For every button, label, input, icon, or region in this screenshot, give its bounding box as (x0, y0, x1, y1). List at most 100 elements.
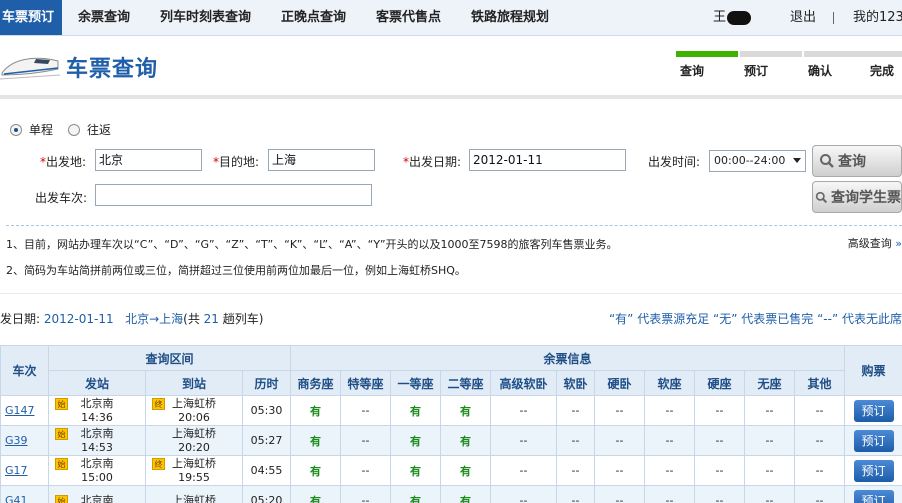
header-deluxe-soft-sleeper: 高级软卧 (490, 370, 558, 396)
origin-badge-icon: 始 (55, 427, 68, 440)
radio-selected-icon[interactable] (10, 123, 22, 136)
radio-unselected-icon[interactable] (68, 123, 80, 136)
train-number-cell: G147 (0, 395, 49, 426)
seat-availability-cell: 有 (290, 485, 342, 503)
seat-availability-cell: 有 (290, 455, 342, 486)
to-station-cell: 终上海虹桥 19:55 (145, 455, 243, 486)
to-station-cell: 终上海虹桥 20:06 (145, 395, 243, 426)
seat-availability-cell: -- (556, 455, 596, 486)
logout-link[interactable]: 退出 (790, 0, 816, 35)
nav-trip-planner[interactable]: 铁路旅程规划 (471, 0, 549, 35)
header-train: 车次 (0, 345, 49, 396)
header-remaining: 余票信息 (290, 345, 846, 371)
query-button[interactable]: 查询 (812, 145, 902, 177)
book-button[interactable]: 预订 (853, 399, 894, 422)
train-number-link[interactable]: G17 (5, 464, 28, 477)
train-number-cell: G17 (0, 455, 49, 486)
book-button[interactable]: 预订 (853, 429, 894, 452)
trip-single-radio[interactable]: 单程 (10, 121, 53, 138)
duration-cell: 05:30 (241, 395, 292, 426)
seat-availability-cell: -- (490, 395, 558, 426)
from-station-input[interactable]: 北京 (95, 149, 202, 171)
seat-availability-cell: -- (644, 455, 696, 486)
seat-availability-cell: -- (694, 485, 746, 503)
train-number-cell: G39 (0, 425, 49, 456)
summary-route: 北京→上海 (125, 312, 184, 326)
departure-date-input[interactable]: 2012-01-11 (469, 149, 626, 171)
header-section: 查询区间 (47, 345, 292, 371)
departure-time-select[interactable]: 00:00--24:00 (709, 150, 806, 172)
train-number-cell: G41 (0, 485, 49, 503)
seat-availability-cell: 有 (440, 395, 492, 426)
nav-remaining-tickets[interactable]: 余票查询 (78, 0, 130, 35)
top-nav: 车票预订 余票查询 列车时刻表查询 正晚点查询 客票代售点 铁路旅程规划 王 退… (0, 0, 902, 36)
my-account-link[interactable]: 我的123 (853, 0, 902, 35)
from-station-cell: 始北京南 14:36 (48, 395, 146, 426)
result-summary: 发日期: 2012-01-11 北京→上海(共 21 趟列车) “有” 代表票源… (0, 293, 902, 345)
nav-punctuality[interactable]: 正晚点查询 (281, 0, 346, 35)
results-body: G147 始北京南 14:36 终上海虹桥 20:06 05:30 有 -- 有有 -- -- -- -… (0, 395, 902, 503)
seat-availability-cell: -- (794, 485, 846, 503)
train-logo-icon (0, 57, 60, 80)
nav-agents[interactable]: 客票代售点 (376, 0, 441, 35)
header-second-class: 二等座 (440, 370, 492, 396)
seat-availability-cell: -- (556, 425, 596, 456)
seat-availability-cell: -- (644, 485, 696, 503)
seat-availability-cell: -- (744, 395, 796, 426)
departure-time: 15:00 (81, 470, 113, 484)
query-button-label: 查询 (838, 154, 866, 170)
train-number-input[interactable] (95, 184, 372, 206)
trip-round-label: 往返 (87, 123, 112, 137)
seat-availability-cell: -- (556, 485, 596, 503)
origin-badge-icon: 始 (55, 457, 68, 470)
seat-availability-cell: 有 (390, 425, 442, 456)
book-button[interactable]: 预订 (853, 459, 894, 482)
seat-availability-cell: -- (556, 395, 596, 426)
seat-availability-cell: -- (594, 395, 646, 426)
notice-line-1: 1、目前，网站办理车次以“C”、“D”、“G”、“Z”、“T”、“K”、“L”、… (6, 238, 618, 251)
header-hard-sleeper: 硬卧 (594, 370, 646, 396)
availability-legend: “有” 代表票源充足 “无” 代表票已售完 “--” 代表无此席 (608, 312, 902, 326)
origin-badge-icon: 始 (55, 494, 68, 503)
header-first-class: 一等座 (390, 370, 442, 396)
seat-availability-cell: -- (340, 485, 392, 503)
seat-availability-cell: 有 (290, 395, 342, 426)
double-chevron-down-icon: » (891, 237, 902, 250)
table-row: G39 始北京南 14:53 上海虹桥 20:20 05:27 有 -- 有有 -- -- -- -- -… (0, 425, 902, 456)
terminal-badge-icon: 终 (152, 457, 165, 470)
to-station-input[interactable]: 上海 (268, 149, 375, 171)
arrival-time: 20:06 (178, 410, 210, 424)
header-duration: 历时 (241, 370, 292, 396)
to-station-cell: 上海虹桥 (145, 485, 243, 503)
departure-time: 14:53 (81, 440, 113, 454)
advanced-query-link[interactable]: 高级查询 » (848, 235, 902, 251)
seat-availability-cell: 有 (390, 485, 442, 503)
seat-availability-cell: -- (340, 395, 392, 426)
notice-line-2: 2、简码为车站简拼前两位或三位，简拼超过三位使用前两位加最后一位，例如上海虹桥S… (6, 264, 466, 277)
seat-availability-cell: -- (694, 425, 746, 456)
nav-ticket-booking[interactable]: 车票预订 (0, 0, 62, 35)
section-divider (6, 225, 902, 226)
seat-availability-cell: 有 (390, 395, 442, 426)
departure-time: 14:36 (81, 410, 113, 424)
page-title: 车票查询 (66, 57, 159, 82)
book-cell: 预订 (844, 425, 902, 456)
seat-availability-cell: -- (694, 455, 746, 486)
train-number-link[interactable]: G147 (5, 404, 35, 417)
header-from: 发站 (48, 370, 146, 396)
seat-availability-cell: -- (490, 425, 558, 456)
step-confirm-label: 确认 (808, 64, 833, 78)
table-row: G17 始北京南 15:00 终上海虹桥 19:55 04:55 有 -- 有有 -- -- -- --… (0, 455, 902, 486)
train-number-link[interactable]: G39 (5, 434, 28, 447)
book-button[interactable]: 预订 (853, 489, 894, 503)
results-table: 车次 查询区间 余票信息 购票 发站 到站 历时 商务座 特等座 一等座 二等座… (0, 345, 902, 503)
nav-timetable[interactable]: 列车时刻表查询 (160, 0, 251, 35)
student-query-button[interactable]: 查询学生票 (812, 181, 902, 213)
step-confirm-bar (804, 51, 866, 57)
from-station-cell: 始北京南 (48, 485, 146, 503)
trip-round-radio[interactable]: 往返 (68, 121, 111, 138)
step-confirm: 确认 (804, 51, 866, 79)
to-station-name: 上海虹桥 (172, 493, 216, 503)
step-query-bar (676, 51, 738, 57)
train-number-link[interactable]: G41 (5, 494, 28, 503)
